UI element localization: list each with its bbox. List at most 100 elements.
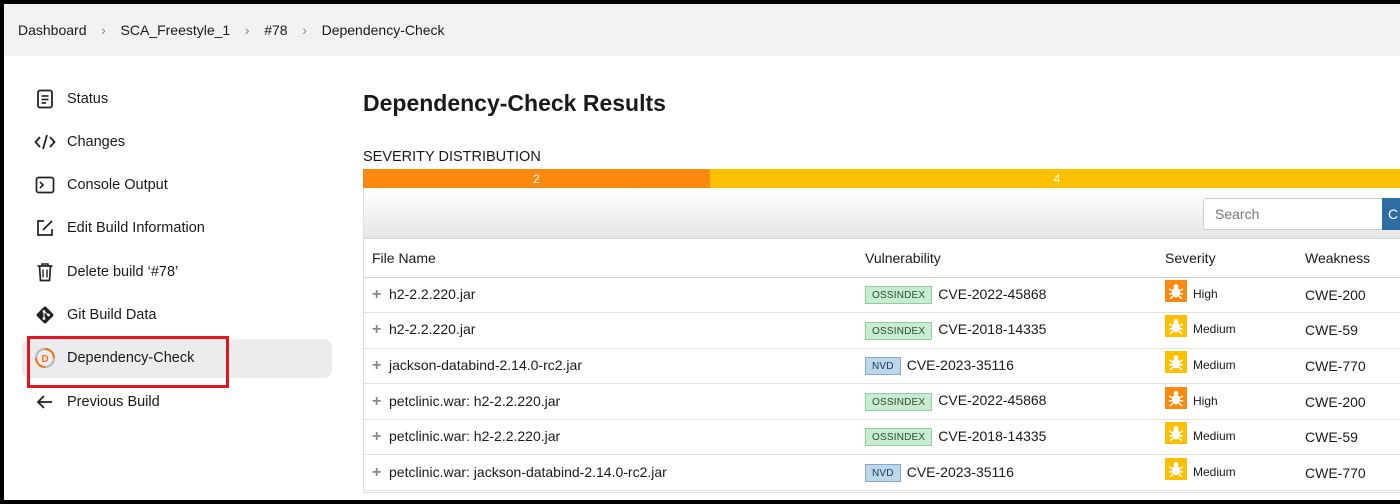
cwe-id[interactable]: CWE-59 <box>1305 429 1358 445</box>
source-badge: OSSINDEX <box>865 285 933 304</box>
vulnerability-cell: OSSINDEX CVE-2022-45868 <box>857 277 1157 314</box>
source-badge: NVD <box>865 357 901 376</box>
expand-plus-icon[interactable]: + <box>372 286 382 304</box>
table-row[interactable]: + petclinic.war: jackson-databind-2.14.0-… <box>364 454 1400 492</box>
breadcrumb-dashboard[interactable]: Dashboard <box>18 22 87 38</box>
file-name-cell: + petclinic.war: jackson-databind-2.14.0-… <box>364 454 857 492</box>
columns-button[interactable]: C <box>1382 198 1400 230</box>
cwe-id[interactable]: CWE-200 <box>1305 287 1366 303</box>
severity-label: Medium <box>1193 464 1236 479</box>
file-name: h2-2.2.220.jar <box>389 321 476 338</box>
bug-icon <box>1165 279 1187 302</box>
expand-plus-icon[interactable]: + <box>372 321 382 339</box>
search-input[interactable] <box>1203 198 1383 230</box>
table-row[interactable]: + petclinic.war: h2-2.2.220.jar OSSINDEX CV… <box>364 419 1400 456</box>
table-row[interactable]: + jackson-databind-2.14.0-rc2.jar NVD CVE-2… <box>364 348 1400 385</box>
sidebar-item-label: Git Build Data <box>67 306 157 323</box>
file-name: petclinic.war: h2-2.2.220.jar <box>389 392 561 409</box>
cve-id[interactable]: CVE-2022-45868 <box>938 286 1046 302</box>
sidebar-item-status[interactable]: Status <box>22 79 332 118</box>
edit-icon <box>34 217 56 239</box>
sidebar: Status Changes Console Output Edit Build… <box>22 79 332 425</box>
vulnerability-cell: NVD CVE-2023-35116 <box>857 348 1157 385</box>
cwe-id[interactable]: CWE-59 <box>1305 322 1358 338</box>
severity-label: High <box>1193 286 1218 301</box>
sidebar-item-previous-build[interactable]: Previous Build <box>22 382 332 421</box>
vulnerability-cell: NVD CVE-2023-35116 <box>857 454 1157 492</box>
cve-id[interactable]: CVE-2018-14335 <box>938 321 1046 337</box>
bug-icon <box>1165 315 1187 338</box>
bug-icon <box>1165 422 1187 445</box>
sidebar-item-label: Dependency-Check <box>67 350 195 367</box>
page-title: Dependency-Check Results <box>363 90 666 116</box>
cwe-id[interactable]: CWE-770 <box>1305 358 1366 374</box>
severity-segment: 4 <box>710 169 1400 188</box>
column-header-weakness[interactable]: Weakness <box>1297 239 1400 278</box>
vulnerability-cell: OSSINDEX CVE-2022-45868 <box>857 383 1157 420</box>
table-row[interactable]: + h2-2.2.220.jar OSSINDEX CVE-2022-45868 Hig… <box>364 277 1400 314</box>
terminal-icon <box>34 174 56 196</box>
column-header-severity[interactable]: Severity <box>1157 239 1297 278</box>
file-name: h2-2.2.220.jar <box>389 285 476 302</box>
severity-label: Medium <box>1193 429 1236 444</box>
cve-id[interactable]: CVE-2022-45868 <box>938 392 1046 408</box>
expand-plus-icon[interactable]: + <box>372 393 382 411</box>
vulnerability-cell: OSSINDEX CVE-2018-14335 <box>857 419 1157 456</box>
severity-cell: Medium <box>1157 312 1297 349</box>
weakness-cell: CWE-200 <box>1297 277 1400 314</box>
sidebar-item-changes[interactable]: Changes <box>22 122 332 161</box>
breadcrumb-dependency-check[interactable]: Dependency-Check <box>322 22 445 38</box>
weakness-cell: CWE-59 <box>1297 312 1400 349</box>
expand-plus-icon[interactable]: + <box>372 428 382 446</box>
sidebar-item-git-build-data[interactable]: Git Build Data <box>22 295 332 334</box>
expand-plus-icon[interactable]: + <box>372 357 382 375</box>
severity-distribution-label: SEVERITY DISTRIBUTION <box>363 149 541 165</box>
sidebar-item-label: Console Output <box>67 177 168 194</box>
weakness-cell: CWE-200 <box>1297 383 1400 420</box>
sidebar-item-label: Delete build ‘#78’ <box>67 263 179 280</box>
severity-cell: High <box>1157 277 1297 314</box>
cwe-id[interactable]: CWE-200 <box>1305 394 1366 410</box>
sidebar-item-console-output[interactable]: Console Output <box>22 166 332 205</box>
table-row[interactable]: + h2-2.2.220.jar OSSINDEX CVE-2018-14335 Med… <box>364 312 1400 349</box>
file-name-cell: + h2-2.2.220.jar <box>364 277 857 314</box>
cve-id[interactable]: CVE-2018-14335 <box>938 428 1046 444</box>
expand-plus-icon[interactable]: + <box>372 464 382 482</box>
severity-cell: Medium <box>1157 419 1297 456</box>
git-icon <box>34 304 56 326</box>
chevron-right-icon: › <box>244 22 250 38</box>
column-header-vulnerability[interactable]: Vulnerability <box>857 239 1157 278</box>
file-name-cell: + jackson-databind-2.14.0-rc2.jar <box>364 348 857 385</box>
table-row[interactable]: + petclinic.war: h2-2.2.220.jar OSSINDEX CV… <box>364 383 1400 420</box>
breadcrumb-job[interactable]: SCA_Freestyle_1 <box>121 22 231 38</box>
severity-segment: 2 <box>363 169 710 188</box>
file-name: petclinic.war: h2-2.2.220.jar <box>389 428 561 445</box>
bug-icon <box>1165 350 1187 373</box>
sidebar-item-edit-build-information[interactable]: Edit Build Information <box>22 209 332 248</box>
results-table: File Name Vulnerability Severity Weaknes… <box>364 239 1400 492</box>
weakness-cell: CWE-770 <box>1297 348 1400 385</box>
sidebar-item-delete-build[interactable]: Delete build ‘#78’ <box>22 252 332 291</box>
severity-distribution-bar: 24 <box>363 169 1400 188</box>
severity-cell: High <box>1157 383 1297 420</box>
breadcrumb-build[interactable]: #78 <box>264 22 287 38</box>
weakness-cell: CWE-59 <box>1297 419 1400 456</box>
cwe-id[interactable]: CWE-770 <box>1305 465 1366 481</box>
source-badge: OSSINDEX <box>865 321 933 340</box>
chevron-right-icon: › <box>302 22 307 38</box>
sidebar-item-dependency-check[interactable]: D Dependency-Check <box>22 338 332 378</box>
cve-id[interactable]: CVE-2023-35116 <box>907 464 1014 480</box>
file-name: petclinic.war: jackson-databind-2.14.0-r… <box>389 463 667 480</box>
file-name: jackson-databind-2.14.0-rc2.jar <box>389 356 582 373</box>
results-panel: C File Name Vulnerability Severity Weakn… <box>363 188 1400 493</box>
code-icon <box>34 131 56 153</box>
source-badge: OSSINDEX <box>865 392 933 411</box>
file-name-cell: + h2-2.2.220.jar <box>364 312 857 349</box>
severity-label: Medium <box>1193 322 1236 337</box>
column-header-file-name[interactable]: File Name <box>364 239 857 278</box>
table-toolbar: C <box>364 188 1400 239</box>
sidebar-item-label: Edit Build Information <box>67 220 205 237</box>
cve-id[interactable]: CVE-2023-35116 <box>907 357 1014 373</box>
severity-cell: Medium <box>1157 454 1297 492</box>
svg-text:D: D <box>41 354 48 365</box>
